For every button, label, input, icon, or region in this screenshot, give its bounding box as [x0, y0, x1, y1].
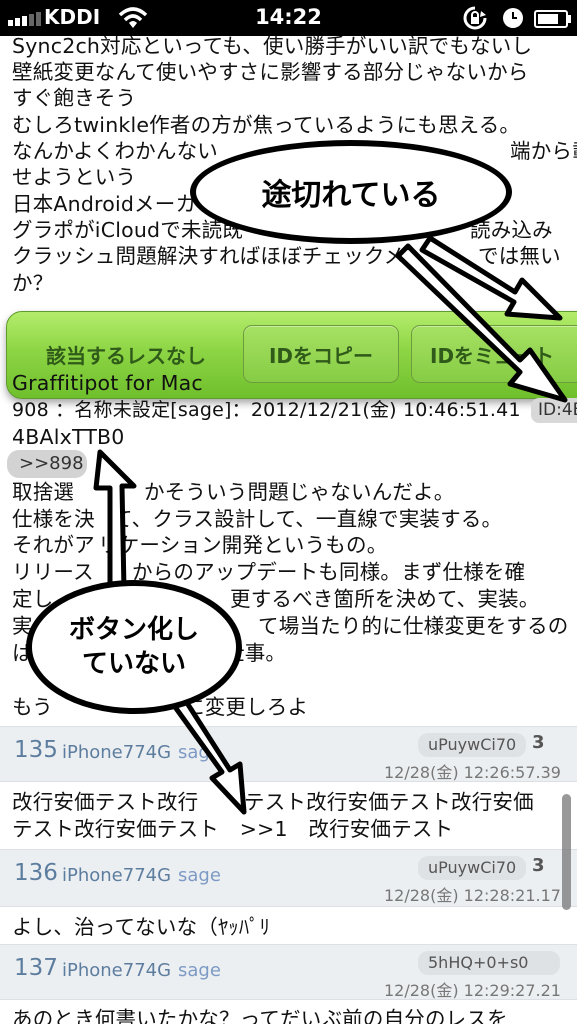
copy-id-button[interactable]: IDをコピー	[243, 325, 399, 383]
post-id-continued: 4BAlxTTB0	[12, 425, 125, 449]
post-line: 壁紙変更なんて使いやすさに影響する部分じゃないから	[12, 60, 529, 84]
post-line: か？	[12, 271, 54, 295]
mute-id-button[interactable]: IDをミュート	[411, 325, 577, 383]
post-body-line: テスト改行安価テスト改行安価	[244, 790, 534, 814]
post-header-row[interactable]: 136 iPhone774G sage uPuywCi70 3 12/28(金)…	[0, 849, 577, 907]
alarm-icon	[503, 8, 523, 28]
post-date: 12/28(金) 12:26:57.39	[384, 763, 561, 782]
post-body-line: 改行安価テスト改行	[12, 790, 199, 814]
post-line: すぐ飽きそう	[12, 86, 137, 110]
post-line: Sync2ch対応といっても、使い勝手がいい訳でもないし	[12, 36, 533, 58]
post-line: なんかよくわかんない	[12, 139, 218, 163]
post-name: iPhone774G	[62, 960, 172, 981]
post-line: せようという	[12, 165, 137, 189]
battery-icon	[534, 10, 571, 28]
post-line: グラポがiCloudで未読既	[12, 218, 244, 242]
post-name: iPhone774G	[62, 742, 172, 763]
post-body-line: それがア	[12, 533, 95, 557]
post-number[interactable]: 136	[14, 860, 58, 886]
post-body-line: 取捨選	[12, 480, 75, 504]
post-name: iPhone774G	[62, 865, 172, 886]
post-body-line: て場当たり的に仕様変更をするの	[258, 614, 569, 638]
anchor-link-button[interactable]: >>898	[7, 450, 87, 478]
post-body-line: リリース	[12, 560, 94, 584]
post-line-fragment: では無い	[478, 244, 561, 268]
not-buttonized-annotation-bubble: ボタン化し ていない	[26, 580, 242, 714]
post-line: 日本Androidメーカ	[12, 192, 197, 216]
post-id[interactable]: uPuywCi70	[418, 856, 527, 880]
post-mail: sage	[178, 742, 221, 763]
post-body-line: 仕様を決	[12, 507, 95, 531]
post-body-line: かそういう問題じゃないんだよ。	[144, 480, 455, 504]
post-header: 908 ：名称未設定[sage]：2012/12/21(金) 10:46:51.…	[12, 399, 521, 421]
annotation-text: 途切れている	[261, 178, 441, 213]
scrollbar[interactable]	[562, 794, 571, 910]
id-badge[interactable]: ID:4B	[531, 398, 577, 423]
post-body-line: テスト改行安価テスト >>1 改行安価テスト	[12, 817, 454, 841]
post-body-line: 更するべき箇所を決めて、実装。	[230, 587, 540, 611]
post-id[interactable]: uPuywCi70	[418, 733, 527, 757]
clock: 14:22	[255, 5, 322, 29]
post-mail: sage	[178, 865, 221, 886]
post-app-line: Graffitipot for Mac	[12, 371, 203, 395]
post-body-line: もう	[12, 695, 53, 719]
annotation-text: ていない	[81, 649, 186, 679]
post-body-line: て、クラス設計して、一直線で実装する。	[112, 507, 503, 531]
status-bar: KDDI 14:22	[0, 0, 577, 36]
post-mail: sage	[178, 960, 221, 981]
post-date: 12/28(金) 12:28:21.17	[384, 886, 561, 905]
post-number[interactable]: 137	[14, 955, 58, 981]
post-line: むしろtwinkle作者の方が焦っているようにも思える。	[12, 113, 521, 137]
post-header-row[interactable]: 135 iPhone774G sage uPuywCi70 3 12/28(金)…	[0, 726, 577, 782]
post-number[interactable]: 135	[14, 737, 58, 763]
post-body-line: あのとき何書いたかな？ってだいぶ前の自分のレスを	[12, 1007, 508, 1024]
post-id-count: 3	[532, 732, 545, 753]
annotation-text: ボタン化し	[68, 615, 199, 645]
post-line-fragment: 端から載	[510, 139, 577, 163]
post-body-line: よし、治ってないな（ﾔｯﾊﾟﾘ	[12, 915, 271, 939]
post-id[interactable]: 5hHQ+0+s0	[418, 951, 560, 975]
truncated-annotation-bubble: 途切れている	[190, 140, 512, 244]
post-body-line: リケーション開発というもの。	[98, 533, 388, 557]
post-date: 12/28(金) 12:29:27.21	[384, 981, 561, 1000]
post-header-row[interactable]: 137 iPhone774G sage 5hHQ+0+s0 12/28(金) 1…	[0, 944, 577, 1000]
post-line: クラッシュ問題解決すればほぼチェックメ	[12, 244, 405, 268]
rotation-lock-icon	[463, 6, 487, 30]
post-body-line: からのアップデートも同様。まず仕様を確	[132, 560, 526, 584]
post-id-count: 3	[532, 855, 545, 876]
